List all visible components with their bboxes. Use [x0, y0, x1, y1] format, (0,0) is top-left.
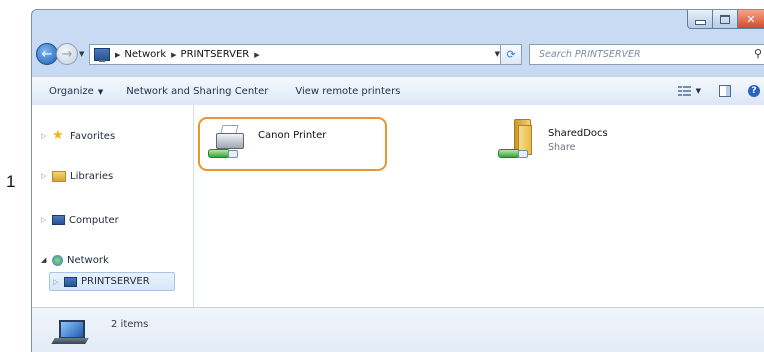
chevron-down-icon: ▼ — [97, 87, 104, 96]
collapse-arrow-icon[interactable]: ◢ — [41, 256, 50, 264]
search-icon[interactable]: ⚲ — [754, 47, 762, 60]
expand-arrow-icon[interactable]: ▷ — [41, 132, 50, 140]
nav-item-computer[interactable]: ▷ Computer — [41, 212, 119, 228]
expand-arrow-icon[interactable]: ▷ — [53, 278, 62, 286]
explorer-window: ✕ ← → ▼ ▶ Network ▶ PRINTSERVER ▶ ▼ ⟳ Se… — [31, 9, 764, 352]
refresh-icon: ⟳ — [506, 48, 516, 61]
breadcrumb-printserver[interactable]: PRINTSERVER — [181, 49, 250, 60]
help-icon[interactable]: ? — [748, 85, 760, 97]
computer-icon — [52, 215, 65, 225]
shared-printer-icon — [206, 121, 248, 163]
search-input[interactable]: Search PRINTSERVER ⚲ — [529, 44, 764, 65]
command-bar: Organize ▼ Network and Sharing Center Vie… — [32, 76, 764, 106]
shared-printer-item[interactable]: Canon Printer — [206, 121, 326, 163]
forward-button[interactable]: → — [56, 43, 78, 65]
network-computer-icon — [49, 316, 89, 344]
minimize-button[interactable] — [687, 10, 713, 29]
breadcrumb-separator-icon[interactable]: ▶ — [171, 51, 176, 59]
nav-item-label: Favorites — [70, 130, 116, 142]
nav-item-network[interactable]: ◢ Network — [41, 252, 109, 268]
shared-folder-item[interactable]: SharedDocs Share — [496, 119, 608, 163]
star-icon: ★ — [52, 128, 64, 143]
nav-item-printserver[interactable]: ▷ PRINTSERVER — [49, 272, 175, 291]
nav-item-libraries[interactable]: ▷ Libraries — [41, 168, 113, 184]
recent-pages-dropdown-icon[interactable]: ▼ — [79, 50, 84, 58]
step-number: 1 — [6, 172, 16, 191]
forward-arrow-icon: → — [61, 46, 73, 62]
minimize-icon — [694, 19, 706, 25]
navigation-row: ← → ▼ ▶ Network ▶ PRINTSERVER ▶ ▼ ⟳ Sear… — [32, 39, 764, 67]
organize-label: Organize — [49, 85, 94, 97]
item-subtitle: Share — [548, 142, 576, 153]
preview-pane-icon[interactable] — [719, 85, 731, 97]
network-location-icon — [94, 48, 110, 62]
libraries-icon — [52, 170, 66, 182]
back-button[interactable]: ← — [36, 43, 58, 65]
search-placeholder: Search PRINTSERVER — [539, 49, 641, 60]
breadcrumb-separator-icon[interactable]: ▶ — [115, 51, 120, 59]
maximize-button[interactable] — [713, 10, 738, 29]
shared-folder-icon — [496, 119, 538, 163]
change-view-icon[interactable] — [677, 85, 692, 97]
expand-arrow-icon[interactable]: ▷ — [41, 172, 50, 180]
close-button[interactable]: ✕ — [738, 10, 764, 29]
item-count: 2 items — [111, 319, 149, 330]
view-remote-printers-button[interactable]: View remote printers — [295, 86, 400, 97]
address-bar[interactable]: ▶ Network ▶ PRINTSERVER ▶ ▼ — [89, 44, 521, 65]
nav-item-label: PRINTSERVER — [81, 276, 150, 287]
close-icon: ✕ — [746, 12, 756, 26]
nav-item-label: Network — [67, 254, 109, 266]
breadcrumb-network[interactable]: Network — [124, 49, 166, 60]
command-bar-right: ▼ ? — [677, 77, 764, 105]
expand-arrow-icon[interactable]: ▷ — [41, 216, 50, 224]
server-icon — [64, 276, 77, 287]
nav-item-label: Libraries — [70, 170, 114, 182]
refresh-button[interactable]: ⟳ — [500, 44, 522, 65]
details-pane: 2 items — [32, 307, 764, 352]
network-sharing-center-button[interactable]: Network and Sharing Center — [126, 86, 268, 97]
navigation-pane: ▷ ★ Favorites ▷ Libraries ▷ Computer ◢ N… — [32, 105, 194, 307]
chevron-down-icon[interactable]: ▼ — [696, 87, 701, 95]
organize-button[interactable]: Organize ▼ — [49, 86, 103, 97]
nav-item-label: Computer — [69, 214, 119, 226]
back-arrow-icon: ← — [41, 46, 53, 62]
caption-buttons: ✕ — [687, 10, 764, 29]
maximize-icon — [720, 14, 730, 24]
network-icon — [52, 254, 63, 266]
item-name: SharedDocs — [548, 128, 608, 139]
content-pane: Canon Printer SharedDocs Share — [194, 105, 764, 307]
item-name: Canon Printer — [258, 130, 327, 141]
nav-item-favorites[interactable]: ▷ ★ Favorites — [41, 128, 115, 144]
breadcrumb-separator-icon[interactable]: ▶ — [254, 51, 259, 59]
